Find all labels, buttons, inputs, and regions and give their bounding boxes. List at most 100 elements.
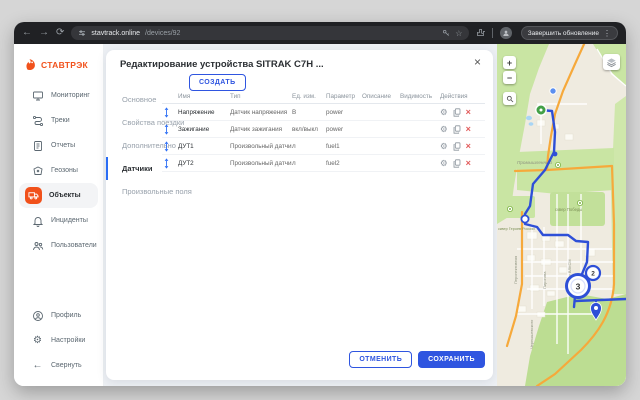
bookmark-star-icon[interactable]: ☆ [455,29,462,38]
sidebar-item-settings[interactable]: ⚙ Настройки [19,328,98,353]
row-settings-icon[interactable]: ⚙ [440,159,448,168]
create-button[interactable]: СОЗДАТЬ [189,74,246,91]
row-settings-icon[interactable]: ⚙ [440,125,448,134]
map-search-button[interactable] [503,92,516,105]
map-zoom-in-button[interactable]: + [503,56,516,69]
sidebar-item-objects[interactable]: Объекты [19,183,98,208]
modal-footer: ОТМЕНИТЬ СОХРАНИТЬ [349,351,485,368]
drag-handle-icon[interactable] [162,107,178,118]
drag-handle-icon[interactable] [162,158,178,169]
col-visibility: Видимость [400,93,440,100]
back-icon[interactable]: ← [22,28,32,38]
row-copy-icon[interactable] [453,142,461,151]
row-copy-icon[interactable] [453,159,461,168]
table-row: ДУТ1 Произвольный датчик л fuel1 ⚙ × [162,138,485,155]
truck-icon [25,187,42,204]
sidebar-item-label: Профиль [51,312,81,319]
drag-handle-icon[interactable] [162,141,178,152]
profile-icon [31,309,44,322]
table-header-row: Имя Тип Ед. изм. Параметр Описание Видим… [162,90,485,104]
extensions-icon[interactable] [476,24,485,42]
sidebar-item-tracks[interactable]: Треки [19,108,98,133]
col-name: Имя [178,93,230,100]
sensor-name: Напряжение [178,109,230,116]
tab-custom-fields[interactable]: Произвольные поля [106,180,214,203]
sensor-type: Произвольный датчик [230,160,292,167]
cluster-marker-large[interactable]: 3 [567,275,590,298]
row-delete-icon[interactable]: × [466,159,471,168]
col-unit: Ед. изм. [292,93,326,100]
cancel-button[interactable]: ОТМЕНИТЬ [349,351,412,368]
save-button[interactable]: СОХРАНИТЬ [418,351,485,368]
route-waypoint-dot[interactable] [553,152,558,157]
row-delete-icon[interactable]: × [466,142,471,151]
sensors-table: Имя Тип Ед. изм. Параметр Описание Видим… [162,90,485,172]
content-area: Редактирование устройства SITRAK C7H ...… [104,44,497,386]
profile-avatar[interactable] [500,27,511,39]
table-row: Напряжение Датчик напряжения В power ⚙ × [162,104,485,121]
map-label-street1: Пирогова [542,271,547,289]
row-copy-icon[interactable] [453,125,461,134]
edit-device-modal: Редактирование устройства SITRAK C7H ...… [106,50,493,380]
start-marker[interactable] [536,105,546,115]
row-delete-icon[interactable]: × [466,108,471,117]
sidebar-item-incidents[interactable]: Инциденты [19,208,98,233]
row-settings-icon[interactable]: ⚙ [440,108,448,117]
site-settings-icon[interactable] [78,24,86,42]
col-type: Тип [230,93,292,100]
stop-marker[interactable] [521,215,528,222]
map-label-street3: Перспективная [513,256,518,284]
forward-icon[interactable]: → [39,28,49,38]
bell-icon [31,214,44,227]
sidebar-item-monitoring[interactable]: Мониторинг [19,83,98,108]
geofence-icon [31,164,44,177]
passwords-key-icon[interactable] [442,24,450,42]
reload-icon[interactable]: ⟳ [56,28,64,38]
sensor-type: Произвольный датчик [230,143,292,150]
sidebar-footer: Профиль ⚙ Настройки ← Свернуть [14,303,103,386]
report-icon [31,139,44,152]
row-copy-icon[interactable] [453,108,461,117]
map-zoom-out-button[interactable]: − [503,71,516,84]
map-layers-button[interactable] [603,54,620,70]
sensor-unit: л [292,160,326,167]
users-icon [31,239,44,252]
sensor-param: fuel2 [326,160,362,167]
sidebar-item-profile[interactable]: Профиль [19,303,98,328]
sensor-name: ДУТ2 [178,160,230,167]
logo-flame-icon [24,58,37,71]
sidebar-item-label: Свернуть [51,362,82,369]
close-icon[interactable]: × [474,55,481,69]
sensor-unit: л [292,143,326,150]
drag-handle-icon[interactable] [162,124,178,135]
sensor-type: Датчик зажигания [230,126,292,133]
sidebar-item-reports[interactable]: Отчеты [19,133,98,158]
settings-icon: ⚙ [31,334,44,347]
map-label-street4: Чернышевского [529,319,534,349]
sensor-type: Датчик напряжения [230,109,292,116]
sensor-param: power [326,126,362,133]
row-settings-icon[interactable]: ⚙ [440,142,448,151]
sidebar-item-collapse[interactable]: ← Свернуть [19,353,98,378]
map-panel[interactable]: Промышленный сквер Победы сквер Героев Р… [497,44,626,386]
url-bar[interactable]: stavtrack.online /devices/92 ☆ [71,26,469,40]
sidebar-item-geofences[interactable]: Геозоны [19,158,98,183]
row-delete-icon[interactable]: × [466,125,471,134]
poi-marker-blue[interactable] [550,88,556,94]
col-param: Параметр [326,93,362,100]
url-path: /devices/92 [145,30,180,37]
logo-text: СТАВТРЭК [41,60,88,70]
monitor-icon [31,89,44,102]
sidebar-item-users[interactable]: Пользователи [19,233,98,258]
sensor-name: Зажигание [178,126,230,133]
finish-update-label: Завершить обновление [528,30,599,37]
kebab-menu-icon[interactable]: ⋮ [603,29,611,38]
finish-update-button[interactable]: Завершить обновление ⋮ [521,26,618,40]
app-logo: СТАВТРЭК [14,54,103,83]
sensor-param: power [326,109,362,116]
url-host: stavtrack.online [91,30,140,37]
table-row: Зажигание Датчик зажигания вкл/выкл powe… [162,121,485,138]
map-label-park1: сквер Победы [555,207,582,212]
browser-titlebar: ← → ⟳ stavtrack.online /devices/92 ☆ [14,22,626,44]
sidebar-item-label: Геозоны [51,167,78,174]
